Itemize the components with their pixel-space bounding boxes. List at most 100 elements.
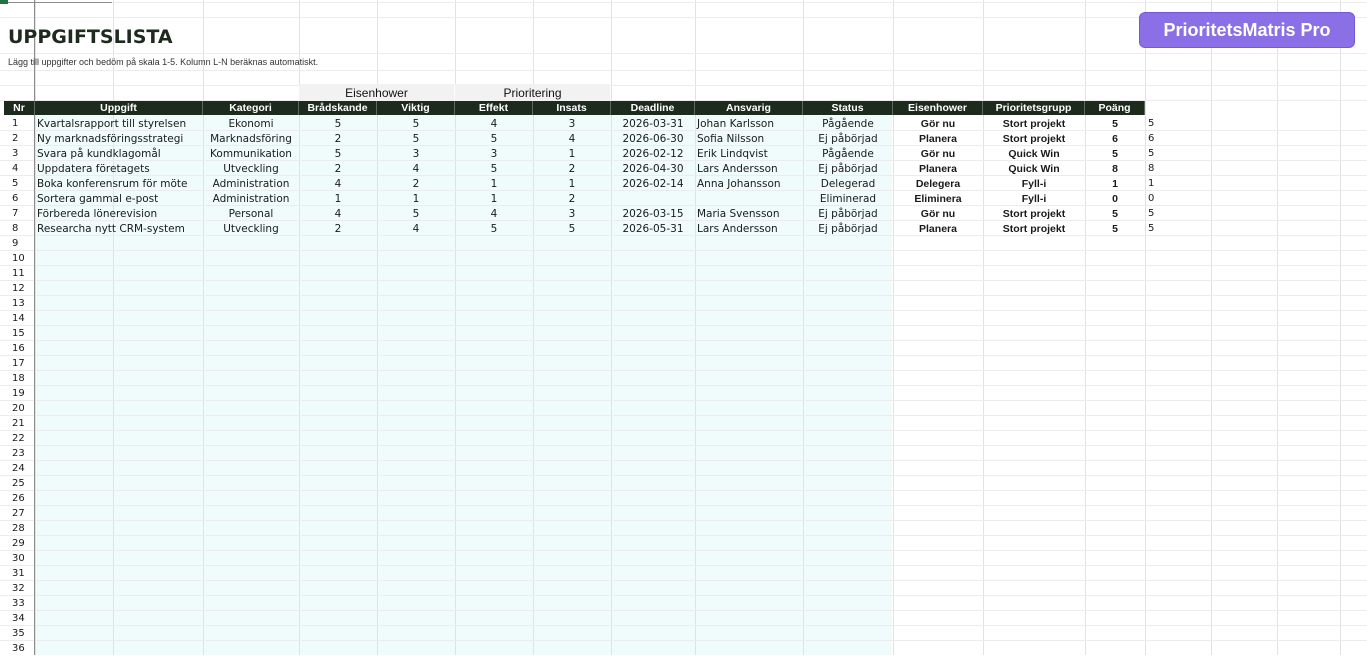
cell-urgent[interactable]: 4: [299, 206, 377, 221]
cell-score-copy[interactable]: 1: [1145, 176, 1205, 191]
cell-category[interactable]: Administration: [203, 191, 299, 206]
row-number[interactable]: 3: [0, 146, 34, 161]
row-number[interactable]: 28: [0, 521, 34, 536]
cell-task[interactable]: Ny marknadsföringsstrategi: [35, 131, 203, 146]
row-number[interactable]: 20: [0, 401, 34, 416]
cell-effect[interactable]: 5: [455, 161, 533, 176]
cell-status[interactable]: Pågående: [803, 146, 893, 161]
cell-deadline[interactable]: 2026-04-30: [611, 161, 695, 176]
cell-effect[interactable]: 4: [455, 116, 533, 131]
row-number[interactable]: 4: [0, 161, 34, 176]
cell-eisenhower[interactable]: Gör nu: [893, 116, 983, 131]
cell-score[interactable]: 6: [1085, 131, 1145, 146]
cell-task[interactable]: Kvartalsrapport till styrelsen: [35, 116, 203, 131]
column-header-urgent[interactable]: Brådskande: [299, 101, 377, 115]
cell-important[interactable]: 2: [377, 176, 455, 191]
row-number[interactable]: 9: [0, 236, 34, 251]
row-number[interactable]: 19: [0, 386, 34, 401]
cell-urgent[interactable]: 4: [299, 176, 377, 191]
cell-urgent[interactable]: 2: [299, 221, 377, 236]
cell-score-copy[interactable]: 8: [1145, 161, 1205, 176]
row-number[interactable]: 29: [0, 536, 34, 551]
cell-eisenhower[interactable]: Planera: [893, 221, 983, 236]
row-number[interactable]: 36: [0, 641, 34, 656]
row-number[interactable]: 8: [0, 221, 34, 236]
column-header-important[interactable]: Viktig: [377, 101, 455, 115]
cell-effect[interactable]: 1: [455, 176, 533, 191]
row-number[interactable]: 6: [0, 191, 34, 206]
cell-status[interactable]: Pågående: [803, 116, 893, 131]
cell-status[interactable]: Ej påbörjad: [803, 221, 893, 236]
cell-effort[interactable]: 5: [533, 221, 611, 236]
cell-status[interactable]: Ej påbörjad: [803, 206, 893, 221]
row-number[interactable]: 26: [0, 491, 34, 506]
cell-score[interactable]: 5: [1085, 146, 1145, 161]
cell-priority-group[interactable]: Stort projekt: [983, 221, 1085, 236]
cell-eisenhower[interactable]: Planera: [893, 131, 983, 146]
cell-score-copy[interactable]: 5: [1145, 206, 1205, 221]
cell-category[interactable]: Personal: [203, 206, 299, 221]
cell-deadline[interactable]: 2026-05-31: [611, 221, 695, 236]
row-number[interactable]: 12: [0, 281, 34, 296]
row-number[interactable]: 17: [0, 356, 34, 371]
row-number[interactable]: 13: [0, 296, 34, 311]
brand-button[interactable]: PrioritetsMatris Pro: [1139, 12, 1355, 48]
cell-responsible[interactable]: Lars Andersson: [695, 221, 803, 236]
row-number[interactable]: 10: [0, 251, 34, 266]
cell-score[interactable]: 1: [1085, 176, 1145, 191]
cell-effect[interactable]: 3: [455, 146, 533, 161]
cell-eisenhower[interactable]: Planera: [893, 161, 983, 176]
cell-eisenhower[interactable]: Gör nu: [893, 206, 983, 221]
cell-responsible[interactable]: Erik Lindqvist: [695, 146, 803, 161]
cell-priority-group[interactable]: Fyll-i: [983, 176, 1085, 191]
cell-priority-group[interactable]: Quick Win: [983, 161, 1085, 176]
cell-task[interactable]: Researcha nytt CRM-system: [35, 221, 203, 236]
cell-responsible[interactable]: Anna Johansson: [695, 176, 803, 191]
cell-score-copy[interactable]: 5: [1145, 221, 1205, 236]
row-number[interactable]: 25: [0, 476, 34, 491]
cell-important[interactable]: 3: [377, 146, 455, 161]
cell-deadline[interactable]: 2026-02-14: [611, 176, 695, 191]
cell-priority-group[interactable]: Fyll-i: [983, 191, 1085, 206]
cell-effort[interactable]: 3: [533, 206, 611, 221]
cell-effect[interactable]: 5: [455, 131, 533, 146]
cell-responsible[interactable]: Sofia Nilsson: [695, 131, 803, 146]
cell-urgent[interactable]: 5: [299, 116, 377, 131]
column-header-priority-group[interactable]: Prioritetsgrupp: [983, 101, 1085, 115]
cell-deadline[interactable]: 2026-02-12: [611, 146, 695, 161]
cell-important[interactable]: 5: [377, 116, 455, 131]
row-number[interactable]: 16: [0, 341, 34, 356]
row-number[interactable]: 24: [0, 461, 34, 476]
cell-category[interactable]: Administration: [203, 176, 299, 191]
cell-priority-group[interactable]: Quick Win: [983, 146, 1085, 161]
cell-responsible[interactable]: Johan Karlsson: [695, 116, 803, 131]
row-number[interactable]: 7: [0, 206, 34, 221]
cell-task[interactable]: Uppdatera företagets: [35, 161, 203, 176]
cell-urgent[interactable]: 1: [299, 191, 377, 206]
cell-score-copy[interactable]: 0: [1145, 191, 1205, 206]
cell-score[interactable]: 5: [1085, 206, 1145, 221]
cell-effort[interactable]: 3: [533, 116, 611, 131]
cell-deadline[interactable]: 2026-03-15: [611, 206, 695, 221]
cell-deadline[interactable]: 2026-06-30: [611, 131, 695, 146]
cell-eisenhower[interactable]: Eliminera: [893, 191, 983, 206]
cell-urgent[interactable]: 5: [299, 146, 377, 161]
cell-status[interactable]: Ej påbörjad: [803, 161, 893, 176]
column-header-category[interactable]: Kategori: [203, 101, 299, 115]
cell-effort[interactable]: 2: [533, 161, 611, 176]
cell-responsible[interactable]: Maria Svensson: [695, 206, 803, 221]
cell-effort[interactable]: 1: [533, 146, 611, 161]
cell-category[interactable]: Marknadsföring: [203, 131, 299, 146]
cell-deadline[interactable]: [611, 191, 695, 206]
column-header-effect[interactable]: Effekt: [455, 101, 533, 115]
row-number[interactable]: 34: [0, 611, 34, 626]
cell-urgent[interactable]: 2: [299, 161, 377, 176]
cell-effort[interactable]: 4: [533, 131, 611, 146]
cell-effort[interactable]: 1: [533, 176, 611, 191]
column-header-nr[interactable]: Nr: [4, 101, 35, 115]
cell-task[interactable]: Sortera gammal e-post: [35, 191, 203, 206]
column-header-score[interactable]: Poäng: [1085, 101, 1145, 115]
row-number[interactable]: 14: [0, 311, 34, 326]
row-number[interactable]: 32: [0, 581, 34, 596]
cell-task[interactable]: Svara på kundklagomål: [35, 146, 203, 161]
